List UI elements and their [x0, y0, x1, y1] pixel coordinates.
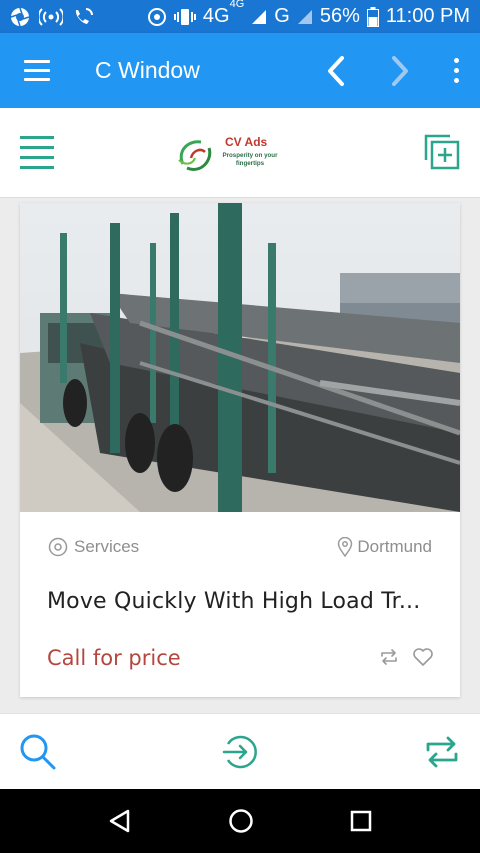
category-icon — [48, 537, 68, 557]
network2-label: G — [274, 5, 290, 27]
back-button[interactable] — [304, 33, 368, 108]
battery-icon — [366, 6, 379, 27]
aperture-icon — [10, 7, 30, 26]
site-header: CV Ads Prosperity on your fingertips — [0, 108, 480, 198]
compare-icon[interactable] — [378, 647, 400, 667]
listing-meta: Services Dortmund — [48, 537, 432, 557]
add-copy-icon — [424, 134, 460, 170]
signal-icon — [252, 9, 267, 24]
category[interactable]: Services — [48, 537, 139, 557]
category-label: Services — [74, 537, 140, 556]
site-logo[interactable]: CV Ads Prosperity on your fingertips — [175, 132, 290, 178]
listing-photo[interactable] — [20, 203, 460, 512]
listing-card[interactable]: Services Dortmund Move Quickly With High… — [20, 203, 460, 697]
clock: 11:00 PM — [385, 5, 470, 27]
heart-icon[interactable] — [412, 647, 434, 667]
signal2-icon — [297, 9, 312, 24]
overflow-menu-button[interactable] — [432, 33, 480, 108]
hotspot-icon — [39, 7, 63, 26]
login-icon[interactable] — [220, 732, 260, 772]
search-icon[interactable] — [18, 732, 58, 772]
battery-percent: 56% — [319, 5, 360, 27]
repeat-icon[interactable] — [422, 732, 462, 772]
logo-swirl-icon — [178, 140, 212, 171]
recents-nav-icon[interactable] — [349, 809, 373, 833]
logo-brand: CV Ads — [225, 135, 268, 149]
listing-title[interactable]: Move Quickly With High Load Tr... — [47, 589, 438, 614]
forward-button[interactable] — [368, 33, 432, 108]
add-listing-button[interactable] — [420, 130, 462, 176]
network-sup-label: 4G — [229, 0, 245, 10]
listing-price: Call for price — [47, 646, 181, 670]
back-nav-icon[interactable] — [107, 808, 133, 834]
map-pin-icon — [338, 537, 353, 557]
network-label: 4G — [202, 5, 230, 27]
app-bar: C Window — [0, 33, 480, 108]
home-nav-icon[interactable] — [228, 808, 254, 834]
location[interactable]: Dortmund — [337, 537, 432, 557]
location-label: Dortmund — [357, 537, 432, 556]
vibrate-icon — [173, 8, 196, 25]
chevron-left-icon — [328, 55, 344, 86]
nfc-icon — [147, 7, 166, 26]
menu-button[interactable] — [24, 60, 50, 81]
bottom-action-bar — [0, 713, 480, 789]
app-title: C Window — [95, 57, 200, 83]
site-menu-button[interactable] — [20, 136, 54, 169]
status-bar: 4G4G G 56% 11:00 PM — [0, 0, 480, 33]
system-nav-bar — [0, 789, 480, 853]
chevron-right-icon — [392, 55, 408, 86]
logo-tagline: Prosperity on your fingertips — [222, 152, 278, 167]
wifi-call-icon — [75, 7, 93, 24]
